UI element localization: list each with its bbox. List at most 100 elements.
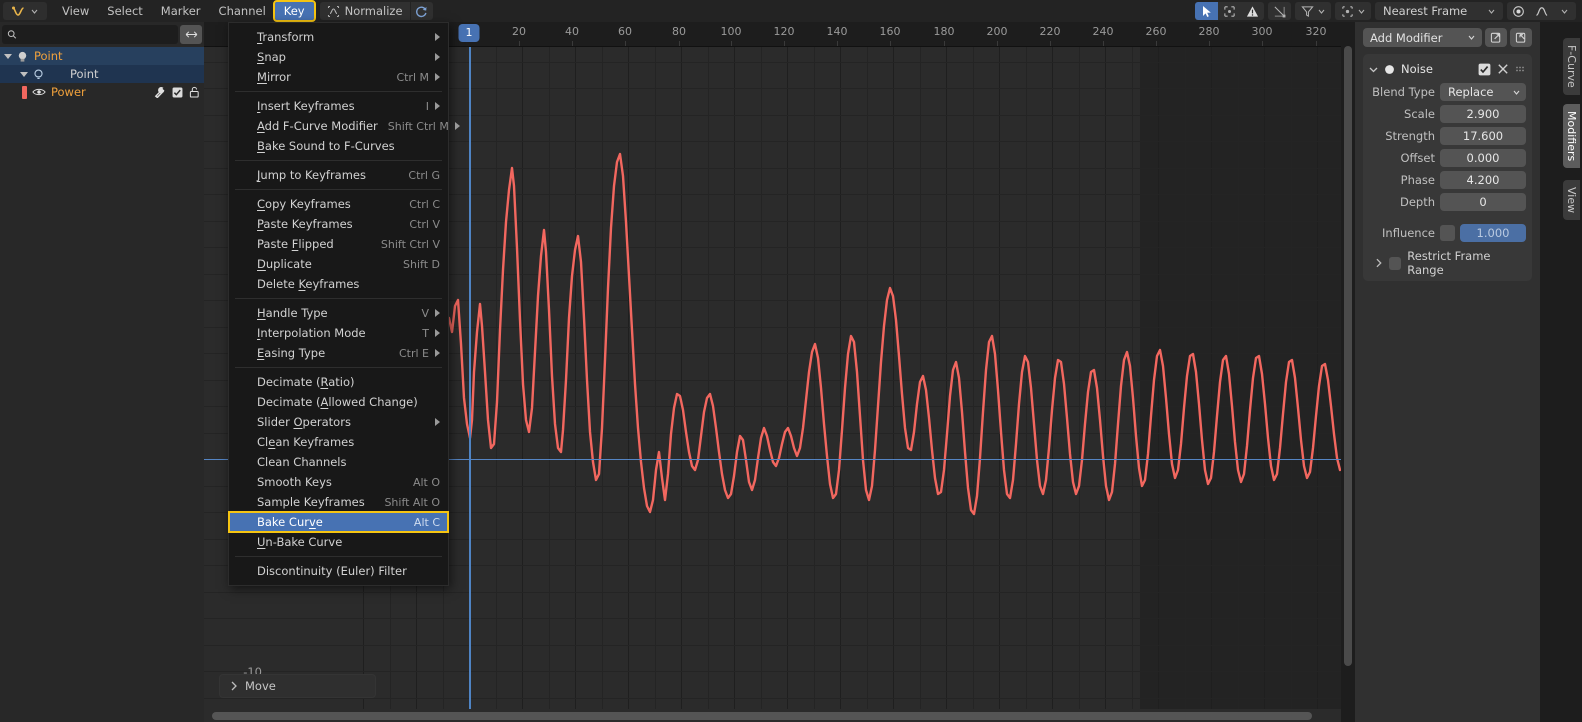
close-icon[interactable] bbox=[1497, 63, 1509, 75]
property-row-depth: Depth 0 bbox=[1369, 192, 1526, 211]
normalize-toggle[interactable]: Normalize bbox=[319, 2, 410, 20]
curve-smooth-icon bbox=[1535, 6, 1547, 16]
box-select-button[interactable] bbox=[1218, 2, 1241, 20]
channel-width-button[interactable] bbox=[180, 25, 202, 44]
menu-item-decimate-ratio[interactable]: Decimate (Ratio) bbox=[229, 372, 448, 392]
menu-view[interactable]: View bbox=[53, 2, 98, 20]
horizontal-scrollbar-thumb[interactable] bbox=[212, 712, 1312, 720]
menu-item-interpolation-mode[interactable]: Interpolation Mode T bbox=[229, 323, 448, 343]
key-menu-dropdown[interactable]: Transform Snap Mirror Ctrl M Insert Keyframe… bbox=[228, 22, 460, 586]
enable-checkbox-icon[interactable] bbox=[172, 87, 183, 98]
channel-datablock-point[interactable]: Point bbox=[0, 65, 204, 83]
menu-item-jump-to-keyframes[interactable]: Jump to Keyframes Ctrl G bbox=[229, 165, 448, 185]
tab-modifiers[interactable]: Modifiers bbox=[1563, 104, 1580, 169]
proportional-edit-dropdown[interactable] bbox=[1335, 2, 1371, 20]
search-input[interactable] bbox=[21, 28, 173, 41]
menu-select[interactable]: Select bbox=[98, 2, 151, 20]
filter-dropdown[interactable] bbox=[1295, 2, 1331, 20]
chevron-right-icon[interactable] bbox=[1375, 258, 1383, 268]
property-value-phase[interactable]: 4.200 bbox=[1440, 170, 1526, 189]
channel-object-point[interactable]: Point bbox=[0, 47, 204, 65]
smoothing-dropdown[interactable] bbox=[1553, 2, 1576, 20]
menu-item-copy-keyframes[interactable]: Copy Keyframes Ctrl C bbox=[229, 194, 448, 214]
menu-item-paste-flipped[interactable]: Paste Flipped Shift Ctrl V bbox=[229, 234, 448, 254]
channel-trailing-icons bbox=[154, 86, 200, 98]
menu-item-smooth-keys[interactable]: Smooth Keys Alt O bbox=[229, 472, 448, 492]
menu-item-discontinuity-euler-filter[interactable]: Discontinuity (Euler) Filter bbox=[229, 561, 448, 581]
menu-item-snap[interactable]: Snap bbox=[229, 47, 448, 67]
vertical-scrollbar[interactable] bbox=[1341, 28, 1354, 688]
property-value-offset[interactable]: 0.000 bbox=[1440, 148, 1526, 167]
menu-item-add-f-curve-modifier[interactable]: Add F-Curve Modifier Shift Ctrl M bbox=[229, 116, 460, 136]
menu-item-handle-type[interactable]: Handle Type V bbox=[229, 303, 448, 323]
current-frame-pill[interactable]: 1 bbox=[458, 24, 480, 42]
menu-item-insert-keyframes[interactable]: Insert Keyframes I bbox=[229, 96, 448, 116]
editor-type-selector[interactable] bbox=[3, 2, 47, 20]
frame-tick-label: 280 bbox=[1198, 25, 1220, 38]
menu-separator bbox=[235, 189, 442, 190]
menu-item-clean-keyframes[interactable]: Clean Keyframes bbox=[229, 432, 448, 452]
menu-item-delete-keyframes[interactable]: Delete Keyframes bbox=[229, 274, 448, 294]
menu-item-bake-curve[interactable]: Bake Curve Alt C bbox=[228, 511, 449, 533]
menu-separator bbox=[235, 298, 442, 299]
modifier-wrench-icon[interactable] bbox=[154, 86, 166, 98]
operator-redo-panel[interactable]: Move bbox=[219, 674, 376, 698]
property-value-depth[interactable]: 0 bbox=[1440, 192, 1526, 211]
drag-grip-icon[interactable] bbox=[1515, 64, 1526, 75]
menu-item-sample-keyframes[interactable]: Sample Keyframes Shift Alt O bbox=[229, 492, 448, 512]
arrows-horizontal-icon bbox=[185, 31, 197, 38]
menu-item-clean-channels[interactable]: Clean Channels bbox=[229, 452, 448, 472]
menu-item-paste-keyframes[interactable]: Paste Keyframes Ctrl V bbox=[229, 214, 448, 234]
menu-item-decimate-allowed-change[interactable]: Decimate (Allowed Change) bbox=[229, 392, 448, 412]
frame-tick-label: 80 bbox=[672, 25, 686, 38]
property-value-scale[interactable]: 2.900 bbox=[1440, 104, 1526, 123]
restrict-frame-range-checkbox[interactable] bbox=[1388, 256, 1402, 270]
menu-item-duplicate[interactable]: Duplicate Shift D bbox=[229, 254, 448, 274]
snap-mode-dropdown[interactable]: Nearest Frame bbox=[1375, 2, 1503, 20]
chevron-right-icon[interactable] bbox=[230, 681, 238, 691]
menu-item-bake-sound-to-f-curves[interactable]: Bake Sound to F-Curves bbox=[229, 136, 448, 156]
frame-tick-label: 320 bbox=[1305, 25, 1327, 38]
menu-item-shortcut: Ctrl M bbox=[396, 70, 429, 84]
copy-modifiers-button[interactable] bbox=[1485, 28, 1507, 47]
tab-f-curve[interactable]: F-Curve bbox=[1563, 38, 1580, 95]
expand-triangle-icon[interactable] bbox=[4, 53, 12, 59]
search-field[interactable] bbox=[2, 25, 178, 44]
menu-item-mirror[interactable]: Mirror Ctrl M bbox=[229, 67, 448, 87]
menu-key[interactable]: Key bbox=[272, 0, 316, 22]
modifier-header[interactable]: Noise bbox=[1369, 59, 1526, 79]
horizontal-scrollbar[interactable] bbox=[204, 709, 1341, 722]
menu-channel[interactable]: Channel bbox=[210, 2, 275, 20]
vertical-scrollbar-thumb[interactable] bbox=[1344, 46, 1352, 666]
expand-triangle-icon[interactable] bbox=[20, 71, 28, 77]
menu-item-transform[interactable]: Transform bbox=[229, 27, 448, 47]
tab-label: Modifiers bbox=[1565, 111, 1578, 162]
menu-item-shortcut: Ctrl E bbox=[398, 346, 429, 360]
menu-item-slider-operators[interactable]: Slider Operators bbox=[229, 412, 448, 432]
smoothing-button[interactable] bbox=[1530, 2, 1553, 20]
modifier-enabled-checkbox[interactable] bbox=[1478, 63, 1491, 76]
show-handles-button[interactable] bbox=[1268, 2, 1291, 20]
tab-view[interactable]: View bbox=[1563, 180, 1580, 221]
add-modifier-dropdown[interactable]: Add Modifier bbox=[1363, 28, 1482, 47]
property-value-blend-type[interactable]: Replace bbox=[1440, 82, 1526, 101]
paste-modifiers-button[interactable] bbox=[1510, 28, 1532, 47]
menu-item-un-bake-curve[interactable]: Un-Bake Curve bbox=[229, 532, 448, 552]
influence-value[interactable]: 1.000 bbox=[1460, 223, 1526, 242]
restrict-frame-range-row[interactable]: Restrict Frame Range bbox=[1369, 249, 1526, 277]
current-frame-indicator[interactable] bbox=[469, 22, 471, 722]
pivot-point-button[interactable] bbox=[1507, 2, 1530, 20]
channel-fcurve-power[interactable]: Power bbox=[0, 83, 204, 101]
eye-icon[interactable] bbox=[32, 87, 46, 97]
submenu-arrow-icon bbox=[435, 53, 440, 61]
chevron-down-icon[interactable] bbox=[1369, 65, 1378, 74]
property-value-strength[interactable]: 17.600 bbox=[1440, 126, 1526, 145]
menu-marker[interactable]: Marker bbox=[152, 2, 210, 20]
frame-tick-mark bbox=[731, 41, 732, 46]
menu-item-easing-type[interactable]: Easing Type Ctrl E bbox=[229, 343, 448, 363]
cursor-select-button[interactable] bbox=[1195, 2, 1218, 20]
influence-checkbox[interactable] bbox=[1440, 224, 1455, 241]
unlock-icon[interactable] bbox=[189, 86, 200, 98]
auto-normalize-toggle[interactable] bbox=[410, 2, 433, 20]
only-selected-curves-button[interactable] bbox=[1241, 2, 1264, 20]
